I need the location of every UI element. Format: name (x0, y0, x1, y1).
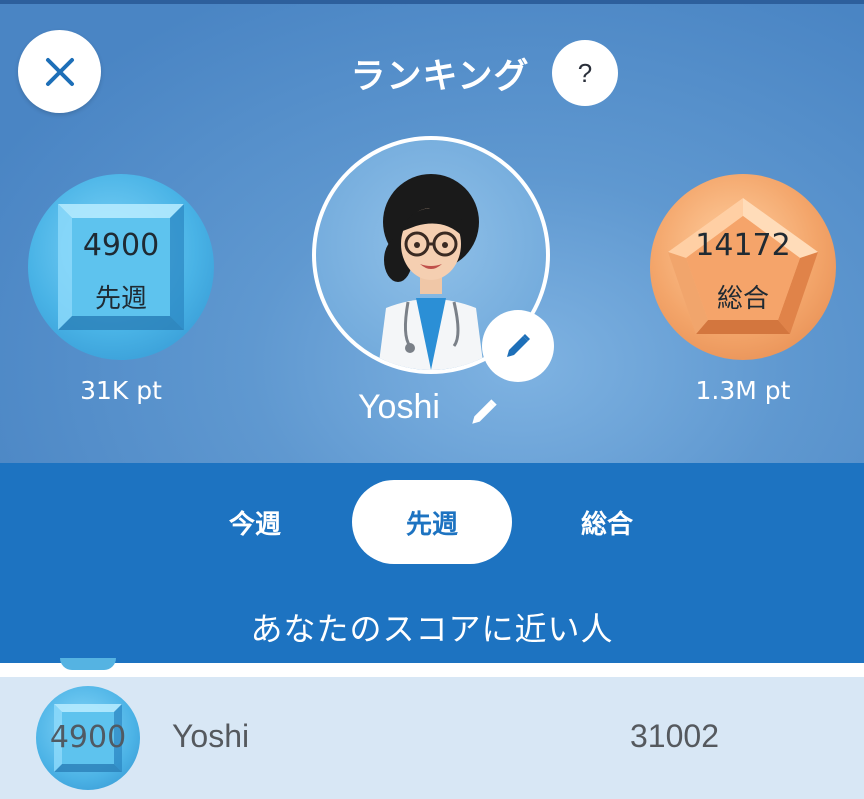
edit-avatar-button[interactable] (482, 310, 554, 382)
pencil-icon (472, 399, 497, 424)
square-gem-icon (58, 204, 184, 330)
previous-row-badge (60, 658, 116, 670)
row-rank: 4900 (49, 720, 127, 755)
close-icon (45, 57, 74, 86)
overall-rank-label: 総合 (716, 284, 769, 314)
row-name: Yoshi (172, 718, 250, 754)
tab-this-week[interactable]: 今週 (200, 480, 310, 564)
pentagon-gem-icon (668, 198, 818, 334)
weekly-rank-badge[interactable]: 4900 先週 (28, 174, 214, 360)
overall-points: 1.3M pt (695, 376, 791, 405)
help-button[interactable]: ? (552, 40, 618, 106)
edit-name-button[interactable] (468, 394, 502, 432)
question-icon: ? (577, 57, 593, 88)
pencil-icon (507, 334, 530, 357)
tab-last-week[interactable]: 先週 (352, 480, 512, 564)
tab-overall[interactable]: 総合 (552, 480, 662, 564)
weekly-rank-label: 先週 (94, 284, 147, 314)
overall-rank-badge[interactable]: 14172 総合 (650, 174, 836, 360)
row-score: 31002 (630, 718, 719, 754)
overall-rank-value: 14172 (695, 228, 791, 263)
weekly-rank-value: 4900 (82, 228, 160, 263)
page-title: ランキング (350, 57, 530, 97)
weekly-points: 31K pt (80, 376, 162, 405)
section-title: あなたのスコアに近い人 (250, 610, 614, 648)
close-button[interactable] (18, 30, 101, 113)
